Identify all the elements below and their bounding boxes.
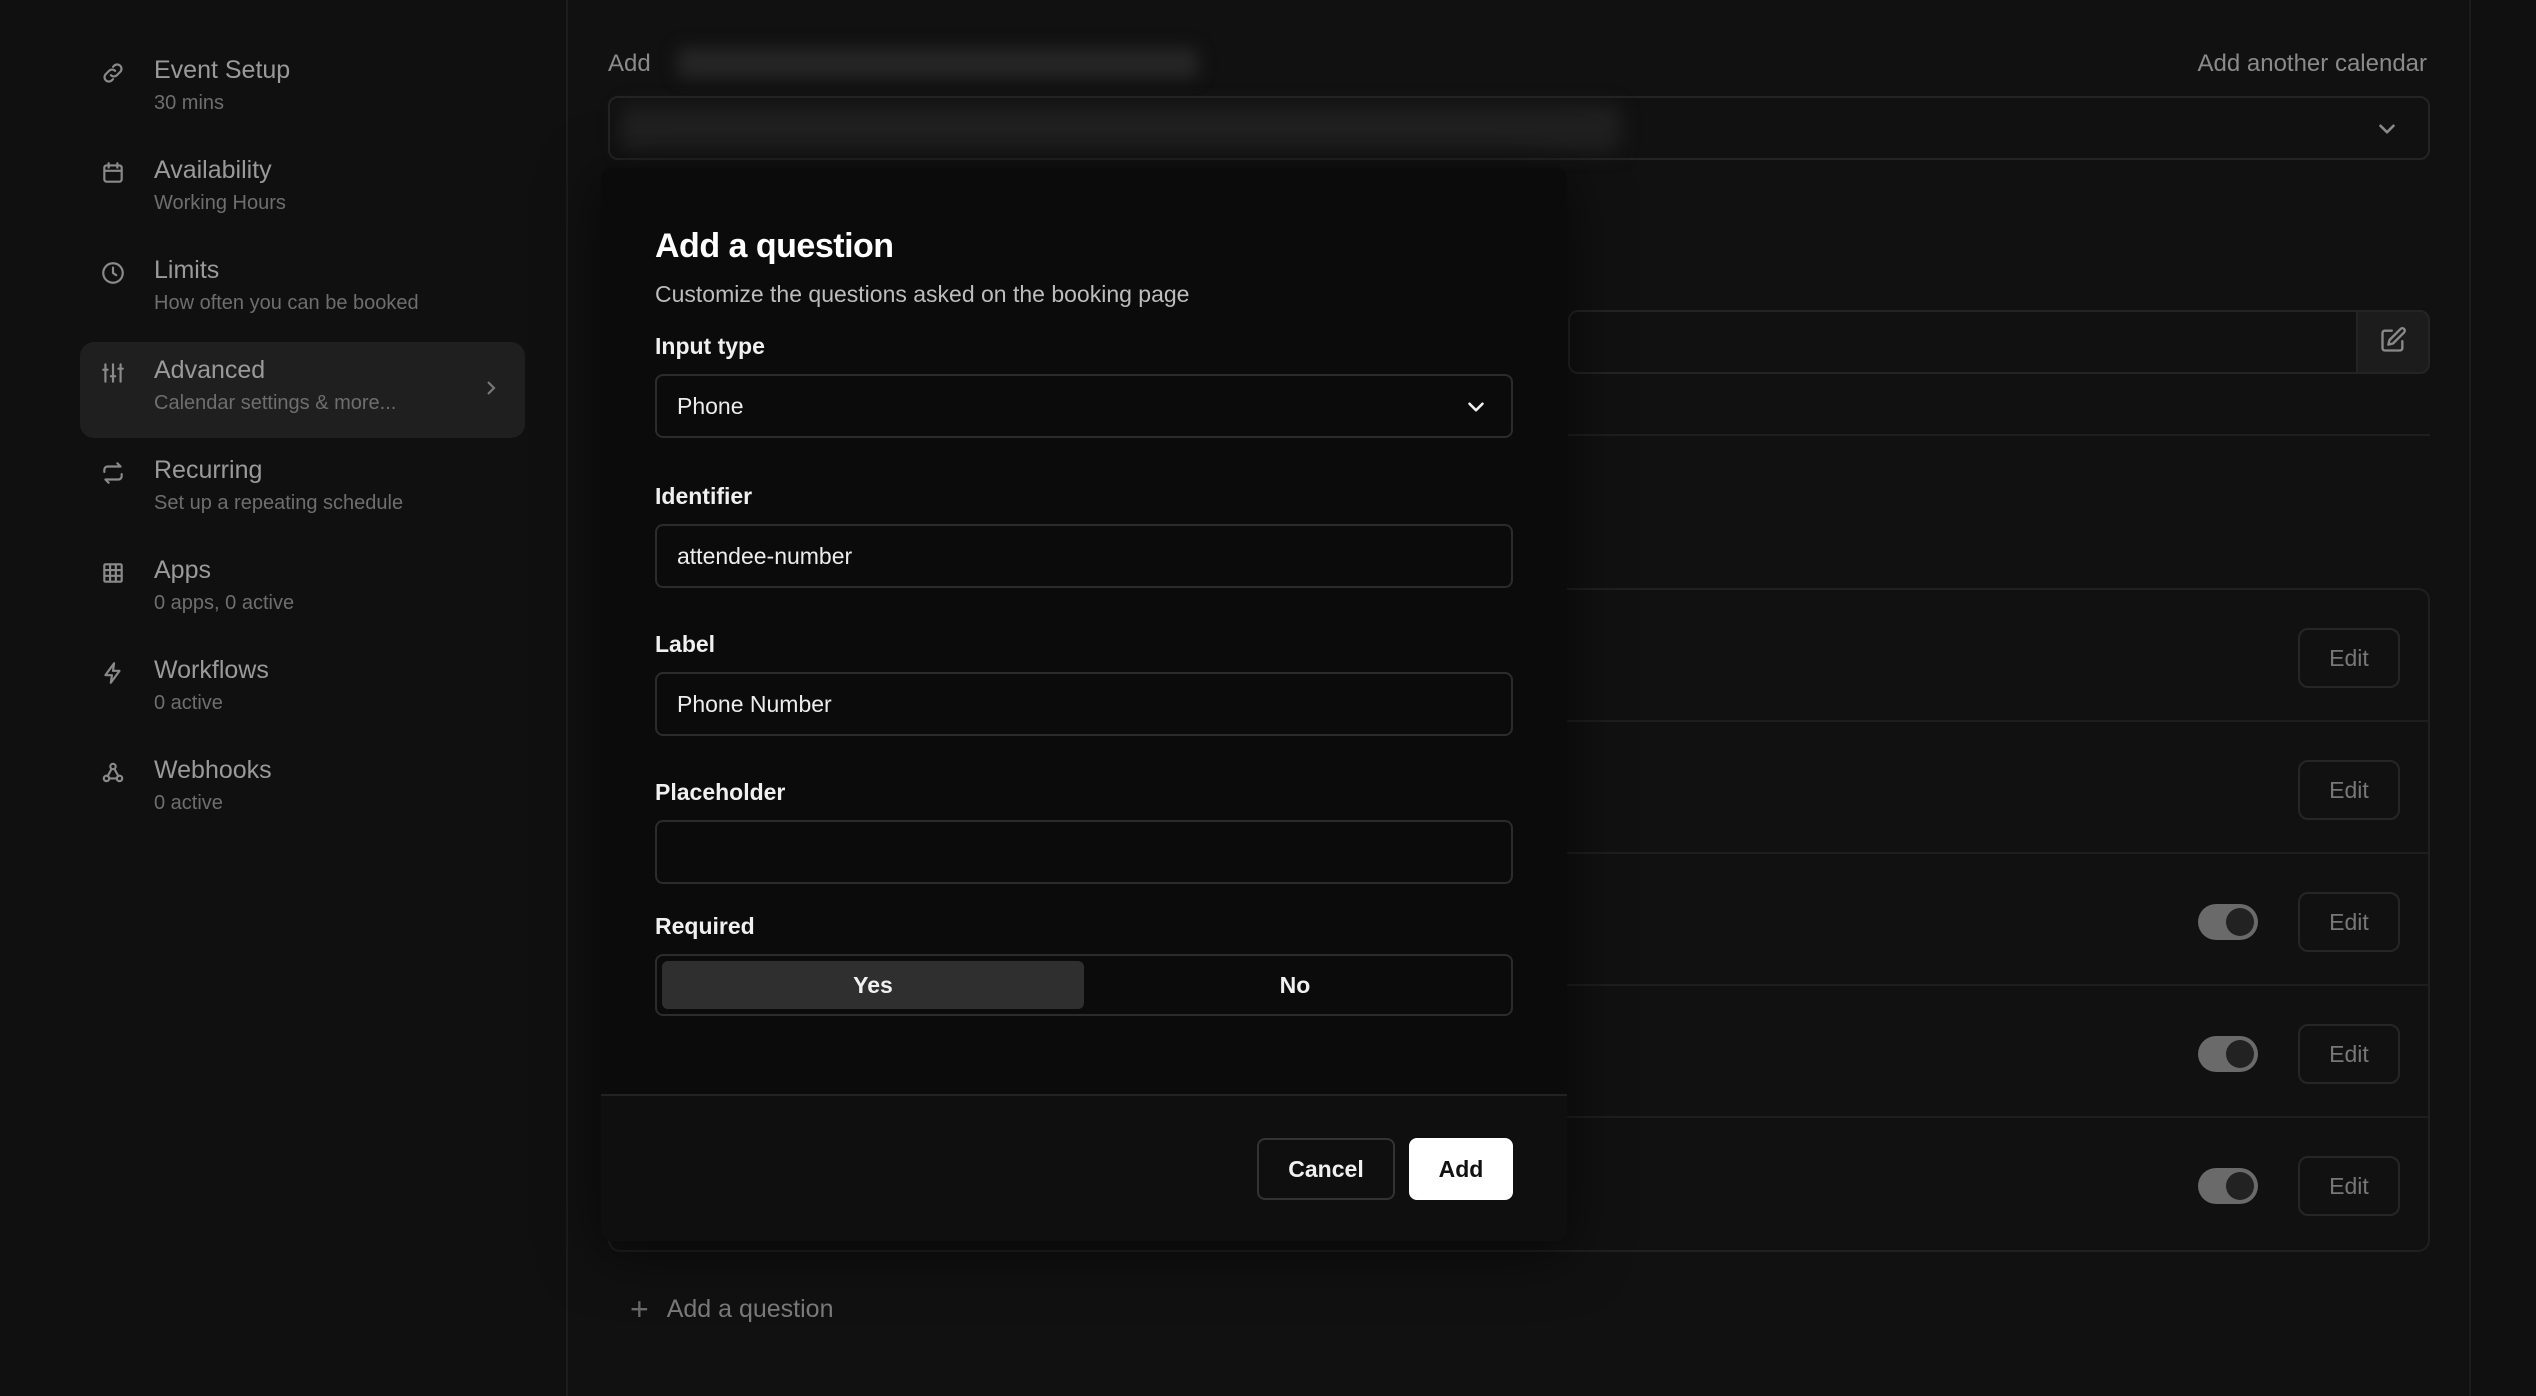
edit-question-button[interactable]: Edit [2298, 628, 2400, 688]
sidebar-item-event-setup[interactable]: Event Setup 30 mins [80, 42, 525, 138]
bolt-icon [100, 660, 136, 696]
dialog-footer: Cancel Add [601, 1094, 1567, 1241]
label-input[interactable] [655, 672, 1513, 736]
sidebar-item-title: Advanced [154, 356, 266, 384]
sidebar-item-title: Event Setup [154, 56, 291, 84]
dialog-title: Add a question [655, 227, 894, 265]
add-question-dialog: Add a question Customize the questions a… [601, 168, 1567, 1241]
required-yes-option[interactable]: Yes [662, 961, 1084, 1009]
calendar-icon [100, 160, 136, 196]
dialog-subtitle: Customize the questions asked on the boo… [655, 281, 1190, 307]
required-label: Required [655, 913, 755, 939]
question-visibility-toggle[interactable] [2198, 1036, 2258, 1072]
webhook-icon [100, 760, 136, 796]
sidebar-item-apps[interactable]: Apps 0 apps, 0 active [80, 542, 525, 638]
edit-icon [2379, 326, 2407, 359]
link-icon [100, 60, 136, 96]
question-visibility-toggle[interactable] [2198, 1168, 2258, 1204]
identifier-input[interactable] [655, 524, 1513, 588]
cancel-button[interactable]: Cancel [1257, 1138, 1395, 1200]
sidebar-item-recurring[interactable]: Recurring Set up a repeating schedule [80, 442, 525, 538]
required-no-option[interactable]: No [1084, 961, 1506, 1009]
calendar-select[interactable] [608, 96, 2430, 160]
edit-question-button[interactable]: Edit [2298, 760, 2400, 820]
event-name-field[interactable] [1568, 310, 2356, 374]
event-type-sidebar: Event Setup 30 mins Availability Working… [80, 42, 525, 842]
edit-question-button[interactable]: Edit [2298, 1024, 2400, 1084]
input-type-select[interactable]: Phone [655, 374, 1513, 438]
repeat-icon [100, 460, 136, 496]
add-question-label: Add a question [666, 1294, 834, 1323]
edit-question-button[interactable]: Edit [2298, 1156, 2400, 1216]
sidebar-item-title: Workflows [154, 656, 269, 684]
redacted-text [678, 48, 1198, 78]
add-question-button[interactable]: + Add a question [630, 1291, 834, 1327]
sidebar-item-availability[interactable]: Availability Working Hours [80, 142, 525, 238]
toggle-knob [2226, 1172, 2254, 1200]
sidebar-item-subtitle: 30 mins [154, 92, 225, 114]
placeholder-label: Placeholder [655, 779, 786, 805]
label-label: Label [655, 631, 716, 657]
edit-question-button[interactable]: Edit [2298, 892, 2400, 952]
plus-icon: + [630, 1291, 649, 1327]
chevron-down-icon [1463, 394, 1489, 426]
sidebar-item-workflows[interactable]: Workflows 0 active [80, 642, 525, 738]
divider [1568, 434, 2430, 436]
add-to-calendar-label: Add [608, 50, 651, 77]
sidebar-item-subtitle: 0 active [154, 792, 223, 814]
sidebar-item-subtitle: 0 apps, 0 active [154, 592, 295, 614]
grid-icon [100, 560, 136, 596]
sidebar-item-advanced[interactable]: Advanced Calendar settings & more... [80, 342, 525, 438]
sidebar-item-subtitle: 0 active [154, 692, 223, 714]
sliders-icon [100, 360, 136, 396]
add-another-calendar-link[interactable]: Add another calendar [2198, 50, 2428, 78]
sidebar-item-subtitle: Working Hours [154, 192, 286, 214]
input-type-label: Input type [655, 333, 765, 359]
sidebar-item-subtitle: Calendar settings & more... [154, 392, 397, 414]
question-visibility-toggle[interactable] [2198, 904, 2258, 940]
sidebar-item-webhooks[interactable]: Webhooks 0 active [80, 742, 525, 838]
input-type-value: Phone [677, 392, 744, 419]
toggle-knob [2226, 908, 2254, 936]
chevron-down-icon [2374, 116, 2400, 147]
identifier-label: Identifier [655, 483, 753, 509]
toggle-knob [2226, 1040, 2254, 1068]
chevron-right-icon [479, 376, 503, 405]
placeholder-input[interactable] [655, 820, 1513, 884]
sidebar-item-title: Apps [154, 556, 211, 584]
sidebar-item-subtitle: Set up a repeating schedule [154, 492, 404, 514]
clock-icon [100, 260, 136, 296]
sidebar-item-subtitle: How often you can be booked [154, 292, 419, 314]
redacted-calendar-value [620, 106, 1620, 152]
sidebar-item-title: Availability [154, 156, 272, 184]
add-button[interactable]: Add [1409, 1138, 1513, 1200]
edit-event-name-button[interactable] [2356, 310, 2430, 374]
sidebar-item-limits[interactable]: Limits How often you can be booked [80, 242, 525, 338]
sidebar-item-title: Webhooks [154, 756, 272, 784]
required-toggle-group: Yes No [655, 954, 1513, 1016]
sidebar-item-title: Limits [154, 256, 220, 284]
sidebar-item-title: Recurring [154, 456, 263, 484]
